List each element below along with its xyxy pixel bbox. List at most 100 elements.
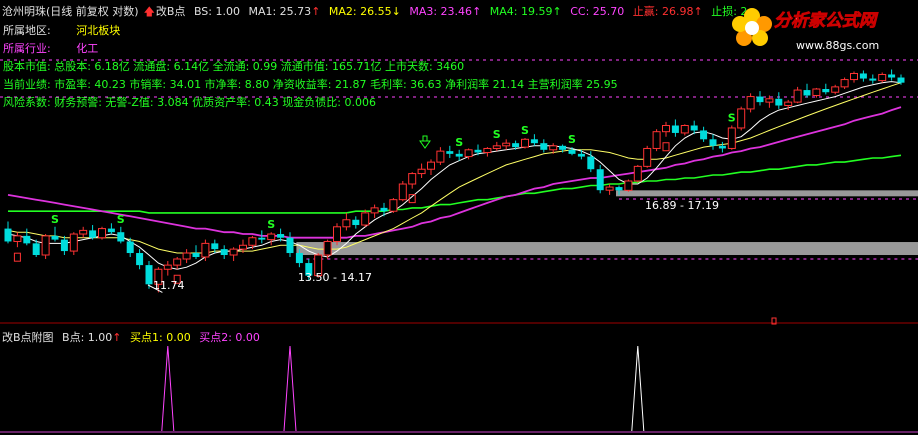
candle-body-down	[512, 143, 520, 148]
candle-body-down	[540, 143, 548, 150]
candle-body-down	[568, 149, 576, 154]
region-row: 所属地区: 河北板块	[3, 22, 120, 38]
sell-signal-label: S	[728, 112, 736, 125]
ma1-value: MA1: 25.73	[248, 5, 312, 18]
candle-body-down	[117, 232, 125, 242]
zone1-label: 13.50 - 14.17	[298, 271, 372, 284]
candle-body-up	[333, 226, 341, 242]
chart-header: 沧州明珠(日线 前复权 对数) 🡅改B点 BS: 1.00 MA1: 25.73↑…	[2, 3, 752, 22]
candle-body-up	[248, 237, 257, 246]
buy-point-2-value: 买点2: 0.00	[199, 331, 260, 344]
subchart-spike	[631, 345, 645, 432]
take-profit-value: 止赢: 26.98	[632, 5, 694, 18]
candle-body-down	[859, 73, 867, 79]
candle-body-up	[662, 125, 670, 133]
candle-body-up	[163, 264, 172, 270]
candle-body-up	[389, 199, 398, 212]
candle-body-down	[897, 77, 905, 83]
b-point-marker	[13, 252, 21, 262]
candle-body-down	[145, 265, 153, 285]
candle-body-up	[643, 147, 652, 167]
candle-body-up	[549, 145, 558, 151]
industry-value: 化工	[76, 42, 99, 55]
candle-body-up	[427, 161, 435, 170]
indicator-name[interactable]: 改B点	[156, 5, 186, 18]
sell-signal-label: S	[117, 213, 125, 226]
candle-body-up	[633, 165, 642, 182]
candle-body-up	[831, 86, 840, 93]
candle-body-down	[295, 253, 303, 264]
candle-body-down	[455, 153, 463, 157]
support-zone	[296, 242, 918, 256]
candle-body-down	[822, 89, 830, 93]
candle-body-up	[361, 212, 370, 226]
candle-body-down	[277, 234, 285, 238]
candle-body-down	[718, 145, 726, 149]
sell-signal-label: S	[267, 218, 275, 231]
candle-body-up	[201, 242, 210, 258]
candle-body-down	[709, 139, 717, 146]
stock-title[interactable]: 沧州明珠(日线 前复权 对数)	[2, 5, 139, 18]
subchart-spike	[161, 345, 175, 432]
up-arrow-icon: ↑	[311, 5, 321, 18]
candle-body-up	[878, 73, 887, 82]
candle-body-up	[483, 147, 492, 153]
share-capital-line: 股本市值: 总股本: 6.18亿 流通盘: 6.14亿 全流通: 0.99 流通…	[3, 60, 465, 73]
sell-signal-label: S	[455, 136, 463, 149]
subchart-title[interactable]: 改B点附图	[2, 331, 54, 344]
up-arrow-icon: ↑	[552, 5, 562, 18]
candle-body-down	[380, 207, 388, 212]
candle-body-down	[23, 235, 31, 244]
candle-body-up	[652, 131, 661, 149]
candle-body-up	[239, 244, 247, 250]
candle-body-down	[690, 125, 698, 131]
candle-body-down	[32, 243, 40, 256]
risk-line: 风险系数: 财务预警: 无警-Z值: 3.084 优质资产率: 0.43 现金负…	[3, 96, 376, 109]
candle-body-down	[615, 187, 623, 191]
candle-body-down	[869, 78, 877, 81]
candle-body-down	[192, 253, 200, 257]
signal-markers: S S S S S S S S	[13, 112, 736, 293]
ma2-value: MA2: 26.55	[328, 5, 392, 18]
candle-body-down	[756, 96, 764, 103]
candle-body-down	[671, 125, 679, 133]
logo-url: www.88gs.com	[796, 39, 879, 52]
candle-body-down	[51, 235, 59, 240]
candle-body-down	[89, 230, 97, 238]
buy-point-1-value: 买点1: 0.00	[130, 331, 191, 344]
candle-body-up	[737, 108, 746, 129]
candle-body-down	[700, 130, 708, 140]
subchart-header: 改B点附图 B点: 1.00↑ 买点1: 0.00 买点2: 0.00	[2, 329, 265, 345]
candle-body-up	[323, 240, 332, 256]
bs-value: BS: 1.00	[193, 5, 240, 18]
candle-body-down	[352, 219, 360, 226]
candle-body-up	[436, 150, 445, 163]
candle-body-up	[492, 145, 501, 149]
logo-title: 分析家公式网	[774, 11, 879, 31]
candle-body-up	[370, 207, 379, 214]
region-value: 河北板块	[76, 24, 121, 37]
region-label: 所属地区:	[3, 24, 51, 37]
candle-body-down	[596, 169, 604, 191]
up-arrow-icon: ↑	[112, 331, 122, 344]
industry-label: 所属行业:	[3, 42, 51, 55]
candle-body-up	[746, 96, 755, 110]
candle-body-up	[408, 173, 417, 185]
candle-body-down	[286, 237, 294, 254]
candle-body-down	[446, 151, 454, 154]
performance-line: 当前业绩: 市盈率: 40.23 市销率: 34.01 市净率: 8.80 净资…	[3, 78, 618, 91]
flower-logo-icon	[732, 8, 772, 46]
down-arrow-icon	[419, 135, 431, 149]
subchart-spike	[283, 345, 297, 432]
candle-body-down	[559, 145, 567, 150]
ma4-line	[8, 154, 902, 214]
candle-body-up	[521, 138, 529, 148]
candle-body-up	[267, 233, 276, 241]
candle-body-down	[530, 139, 538, 144]
candle-body-down	[775, 98, 783, 106]
candle-body-down	[211, 243, 219, 250]
candle-body-up	[398, 183, 407, 201]
up-arrow-icon: ↑	[472, 5, 482, 18]
b-point-marker	[662, 142, 670, 152]
candle-body-up	[229, 248, 238, 256]
